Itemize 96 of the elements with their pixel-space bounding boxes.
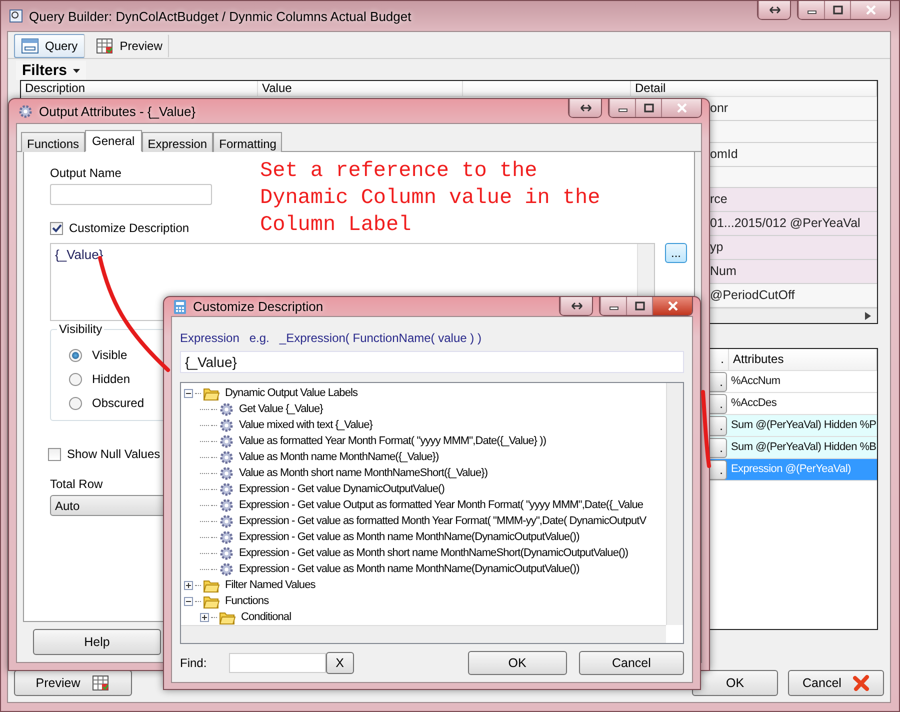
radio-label: Visible xyxy=(92,348,128,362)
tree-item[interactable]: Expression - Get value DynamicOutputValue() xyxy=(236,483,444,495)
annotation-text: Set a reference to the Dynamic Column value in the Column Label xyxy=(260,159,602,239)
gear-icon xyxy=(219,434,234,448)
ok-button[interactable]: OK xyxy=(468,651,567,675)
output-name-field[interactable] xyxy=(50,184,212,205)
example-label: e.g. xyxy=(249,331,270,345)
expand-icon[interactable] xyxy=(200,612,209,622)
column-header: Description xyxy=(21,81,258,96)
tree-item[interactable]: Expression - Get value Output as formatted Year Month Format( "yyyy MMM",Date({_Value xyxy=(236,499,644,511)
window-title: Query Builder: DynColActBudget / Dynmic Columns Actual Budget xyxy=(29,8,412,24)
field-label: Total Row xyxy=(50,477,103,491)
tab[interactable]: Formatting xyxy=(213,132,282,152)
field-label: Output Name xyxy=(50,166,122,180)
gear-icon xyxy=(219,530,234,544)
collapse-icon[interactable] xyxy=(184,388,193,398)
maximize-icon[interactable] xyxy=(830,5,844,15)
tree-item[interactable]: Expression - Get value as Month name MonthName(DynamicOutputValue()) xyxy=(236,563,580,575)
gear-icon xyxy=(219,514,234,528)
gear-icon xyxy=(219,402,234,416)
example-text: _Expression( FunctionName( value ) ) xyxy=(279,331,482,345)
tree-item[interactable]: Value mixed with text {_Value} xyxy=(236,419,372,431)
tree-item[interactable]: Value as formatted Year Month Format( "yyyy MMM",Date({_Value} )) xyxy=(236,435,546,447)
radio-button[interactable] xyxy=(69,348,82,362)
tab[interactable]: General xyxy=(85,130,142,152)
gear-icon xyxy=(219,546,234,560)
expand-icon[interactable] xyxy=(184,580,193,590)
column-header: Value xyxy=(258,81,463,96)
maximize-icon[interactable] xyxy=(642,103,656,113)
folder-icon xyxy=(203,594,220,608)
ok-button[interactable]: OK xyxy=(692,670,778,696)
filters-dropdown[interactable]: Filters xyxy=(16,61,86,80)
preview-button[interactable]: Preview xyxy=(14,670,132,696)
close-icon[interactable] xyxy=(666,301,680,311)
browse-button[interactable]: ... xyxy=(665,243,687,263)
gear-icon xyxy=(219,562,234,576)
scroll-right-icon[interactable] xyxy=(865,312,871,320)
field-label: Find: xyxy=(180,656,207,670)
collapse-icon[interactable] xyxy=(184,596,193,606)
checkbox[interactable] xyxy=(50,222,63,234)
radio-label: Hidden xyxy=(92,372,130,386)
tree-item[interactable]: Expression - Get value as Month short name MonthNameShort(DynamicOutputValue()) xyxy=(236,547,628,559)
field-label: Expression xyxy=(180,331,240,345)
tree-item[interactable]: Get Value {_Value} xyxy=(236,403,323,415)
radio-button[interactable] xyxy=(69,372,82,386)
tree-item[interactable]: Functions xyxy=(222,595,269,607)
tab[interactable]: Expression xyxy=(142,132,214,152)
gear-icon xyxy=(219,450,234,464)
tree-item[interactable]: Expression - Get value as formatted Month Year Format( "MMM-yy",Date( DynamicOutputV xyxy=(236,515,646,527)
find-field[interactable] xyxy=(228,653,326,673)
checkbox-label: Show Null Values xyxy=(67,447,160,461)
expression-field[interactable]: {_Value} xyxy=(180,351,684,373)
resize-icon[interactable] xyxy=(578,103,592,113)
tree-item[interactable]: Filter Named Values xyxy=(222,579,316,591)
window-icon xyxy=(21,38,39,54)
column-header: Attributes xyxy=(729,349,877,370)
checkbox-label: Customize Description xyxy=(69,221,190,235)
cancel-button[interactable]: Cancel xyxy=(578,651,684,675)
checkbox[interactable] xyxy=(48,448,61,460)
folder-icon xyxy=(203,386,220,400)
gear-icon xyxy=(219,466,234,480)
folder-icon xyxy=(203,578,220,592)
column-header: Detail xyxy=(631,81,877,96)
cancel-button[interactable]: Cancel xyxy=(788,670,884,696)
toolbar-tab[interactable]: Query xyxy=(14,34,85,58)
maximize-icon[interactable] xyxy=(632,301,646,311)
resize-icon[interactable] xyxy=(768,5,782,15)
horizontal-scrollbar[interactable] xyxy=(181,625,666,643)
gear-icon xyxy=(219,418,234,432)
dialog-title: Customize Description xyxy=(193,299,324,314)
help-button[interactable]: Help xyxy=(33,629,161,655)
cross-icon xyxy=(853,675,870,691)
caret-icon xyxy=(73,68,80,72)
group-label: Visibility xyxy=(57,322,104,336)
gear-icon xyxy=(219,498,234,512)
tab[interactable]: Functions xyxy=(21,132,86,152)
tree-item[interactable]: Expression - Get value as Month name MonthName(DynamicOutputValue()) xyxy=(236,531,580,543)
dialog-title: Output Attributes - {_Value} xyxy=(39,104,197,118)
tree-item[interactable]: Value as Month short name MonthNameShort({_Value}) xyxy=(236,467,488,479)
tree-item[interactable]: Value as Month name MonthName({_Value}) xyxy=(236,451,439,463)
calculator-icon xyxy=(173,298,187,314)
gear-icon xyxy=(18,104,33,118)
folder-icon xyxy=(219,610,236,624)
resize-icon[interactable] xyxy=(570,301,584,311)
app-icon xyxy=(9,9,23,23)
tree-item[interactable]: Conditional xyxy=(238,611,292,623)
vertical-scrollbar[interactable] xyxy=(666,383,683,625)
toolbar-tab[interactable]: Preview xyxy=(88,34,170,58)
gear-icon xyxy=(219,482,234,496)
radio-button[interactable] xyxy=(69,396,82,410)
grid-icon xyxy=(96,38,114,54)
radio-label: Obscured xyxy=(92,396,144,410)
grid-icon xyxy=(92,675,110,691)
clear-button[interactable]: X xyxy=(326,652,354,674)
check-icon xyxy=(52,224,62,232)
tree-item[interactable]: Dynamic Output Value Labels xyxy=(222,387,358,399)
